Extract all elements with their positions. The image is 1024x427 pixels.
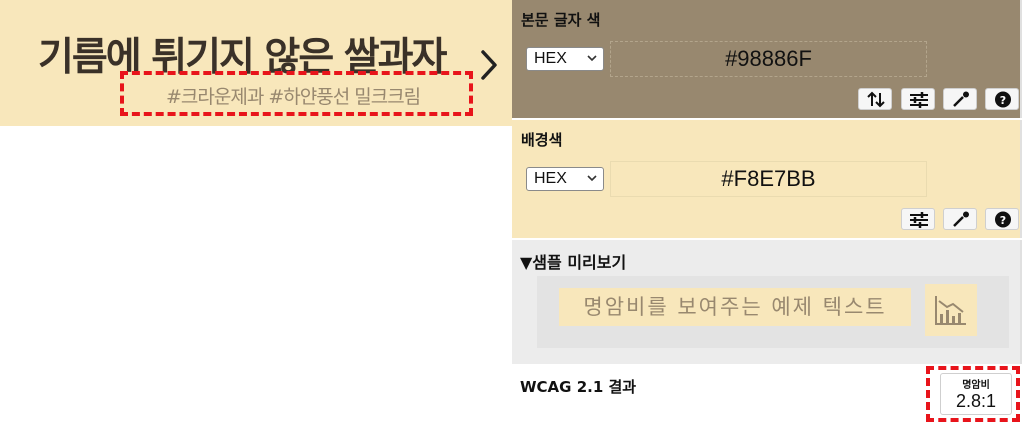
sample-preview-section: ▼샘플 미리보기 명암비를 보여주는 예제 텍스트 <box>512 240 1022 364</box>
sample-preview-toggle[interactable]: ▼샘플 미리보기 <box>520 249 626 273</box>
bg-adjust-button[interactable] <box>901 208 935 230</box>
foreground-label: 본문 글자 색 <box>521 11 601 29</box>
chevron-down-icon <box>587 55 597 62</box>
swap-icon <box>867 91 885 108</box>
svg-text:?: ? <box>1000 94 1006 107</box>
sample-text: 명암비를 보여주는 예제 텍스트 <box>559 288 911 326</box>
fg-adjust-button[interactable] <box>901 88 935 110</box>
chevron-right-icon[interactable] <box>480 48 498 82</box>
foreground-color-input[interactable]: #98886F <box>610 41 927 77</box>
background-color-input[interactable]: #F8E7BB <box>610 161 927 197</box>
background-format-value: HEX <box>534 170 567 187</box>
contrast-checker-panel: 본문 글자 색 HEX #98886F ? 배경색 HEX #F8E7BB ? … <box>512 0 1024 427</box>
background-label: 배경색 <box>521 131 563 149</box>
foreground-section: 본문 글자 색 HEX #98886F ? <box>512 0 1022 118</box>
eyedropper-icon <box>953 211 969 227</box>
background-format-select[interactable]: HEX <box>526 167 604 191</box>
sample-area: 명암비를 보여주는 예제 텍스트 <box>537 276 1009 348</box>
wcag-result-label: WCAG 2.1 결과 <box>520 378 637 396</box>
fg-eyedropper-button[interactable] <box>943 88 977 110</box>
chart-preview-button[interactable] <box>925 284 977 336</box>
sliders-icon <box>910 92 928 108</box>
chart-icon <box>935 296 966 325</box>
help-icon: ? <box>995 211 1011 228</box>
bg-help-button[interactable]: ? <box>985 208 1019 230</box>
svg-text:?: ? <box>1000 214 1006 227</box>
foreground-format-value: HEX <box>534 50 567 67</box>
chevron-down-icon <box>587 175 597 182</box>
eyedropper-icon <box>953 91 969 107</box>
foreground-format-select[interactable]: HEX <box>526 47 604 71</box>
subtitle-highlight <box>120 71 473 116</box>
help-icon: ? <box>995 91 1011 108</box>
swap-colors-button[interactable] <box>858 88 892 110</box>
bg-eyedropper-button[interactable] <box>943 208 977 230</box>
sliders-icon <box>910 212 928 228</box>
ratio-highlight <box>926 366 1020 422</box>
background-section: 배경색 HEX #F8E7BB ? <box>512 120 1022 238</box>
fg-help-button[interactable]: ? <box>985 88 1019 110</box>
